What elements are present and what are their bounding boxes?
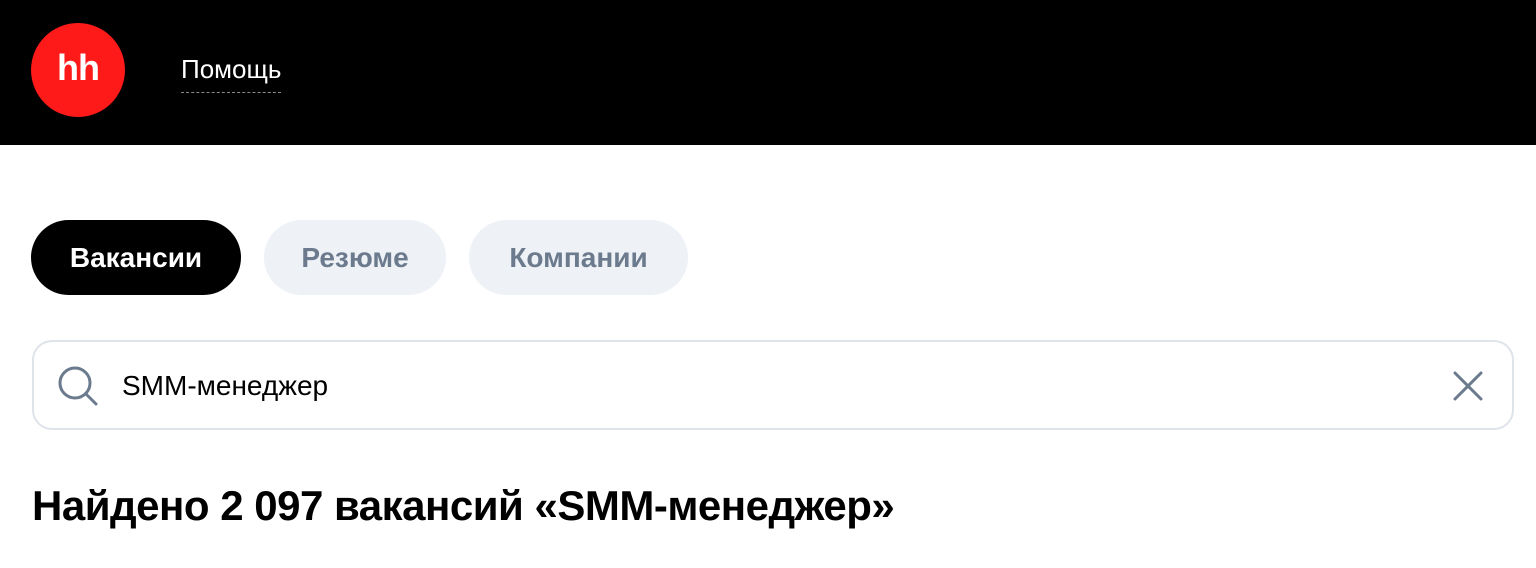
search-icon (58, 366, 98, 406)
tab-resumes[interactable]: Резюме (264, 220, 446, 295)
results-count-title: Найдено 2 097 вакансий «SMM-менеджер» (32, 482, 895, 529)
search-input[interactable] (122, 360, 1422, 412)
clear-search-button[interactable] (1448, 366, 1488, 406)
help-link[interactable]: Помощь (181, 52, 282, 93)
top-header: hh Помощь (0, 0, 1536, 145)
close-icon (1453, 371, 1483, 401)
hh-logo[interactable]: hh (31, 23, 125, 117)
search-type-tabs: Вакансии Резюме Компании (31, 220, 688, 295)
search-bar (32, 340, 1514, 430)
tab-vacancies[interactable]: Вакансии (31, 220, 241, 295)
tab-companies[interactable]: Компании (469, 220, 688, 295)
